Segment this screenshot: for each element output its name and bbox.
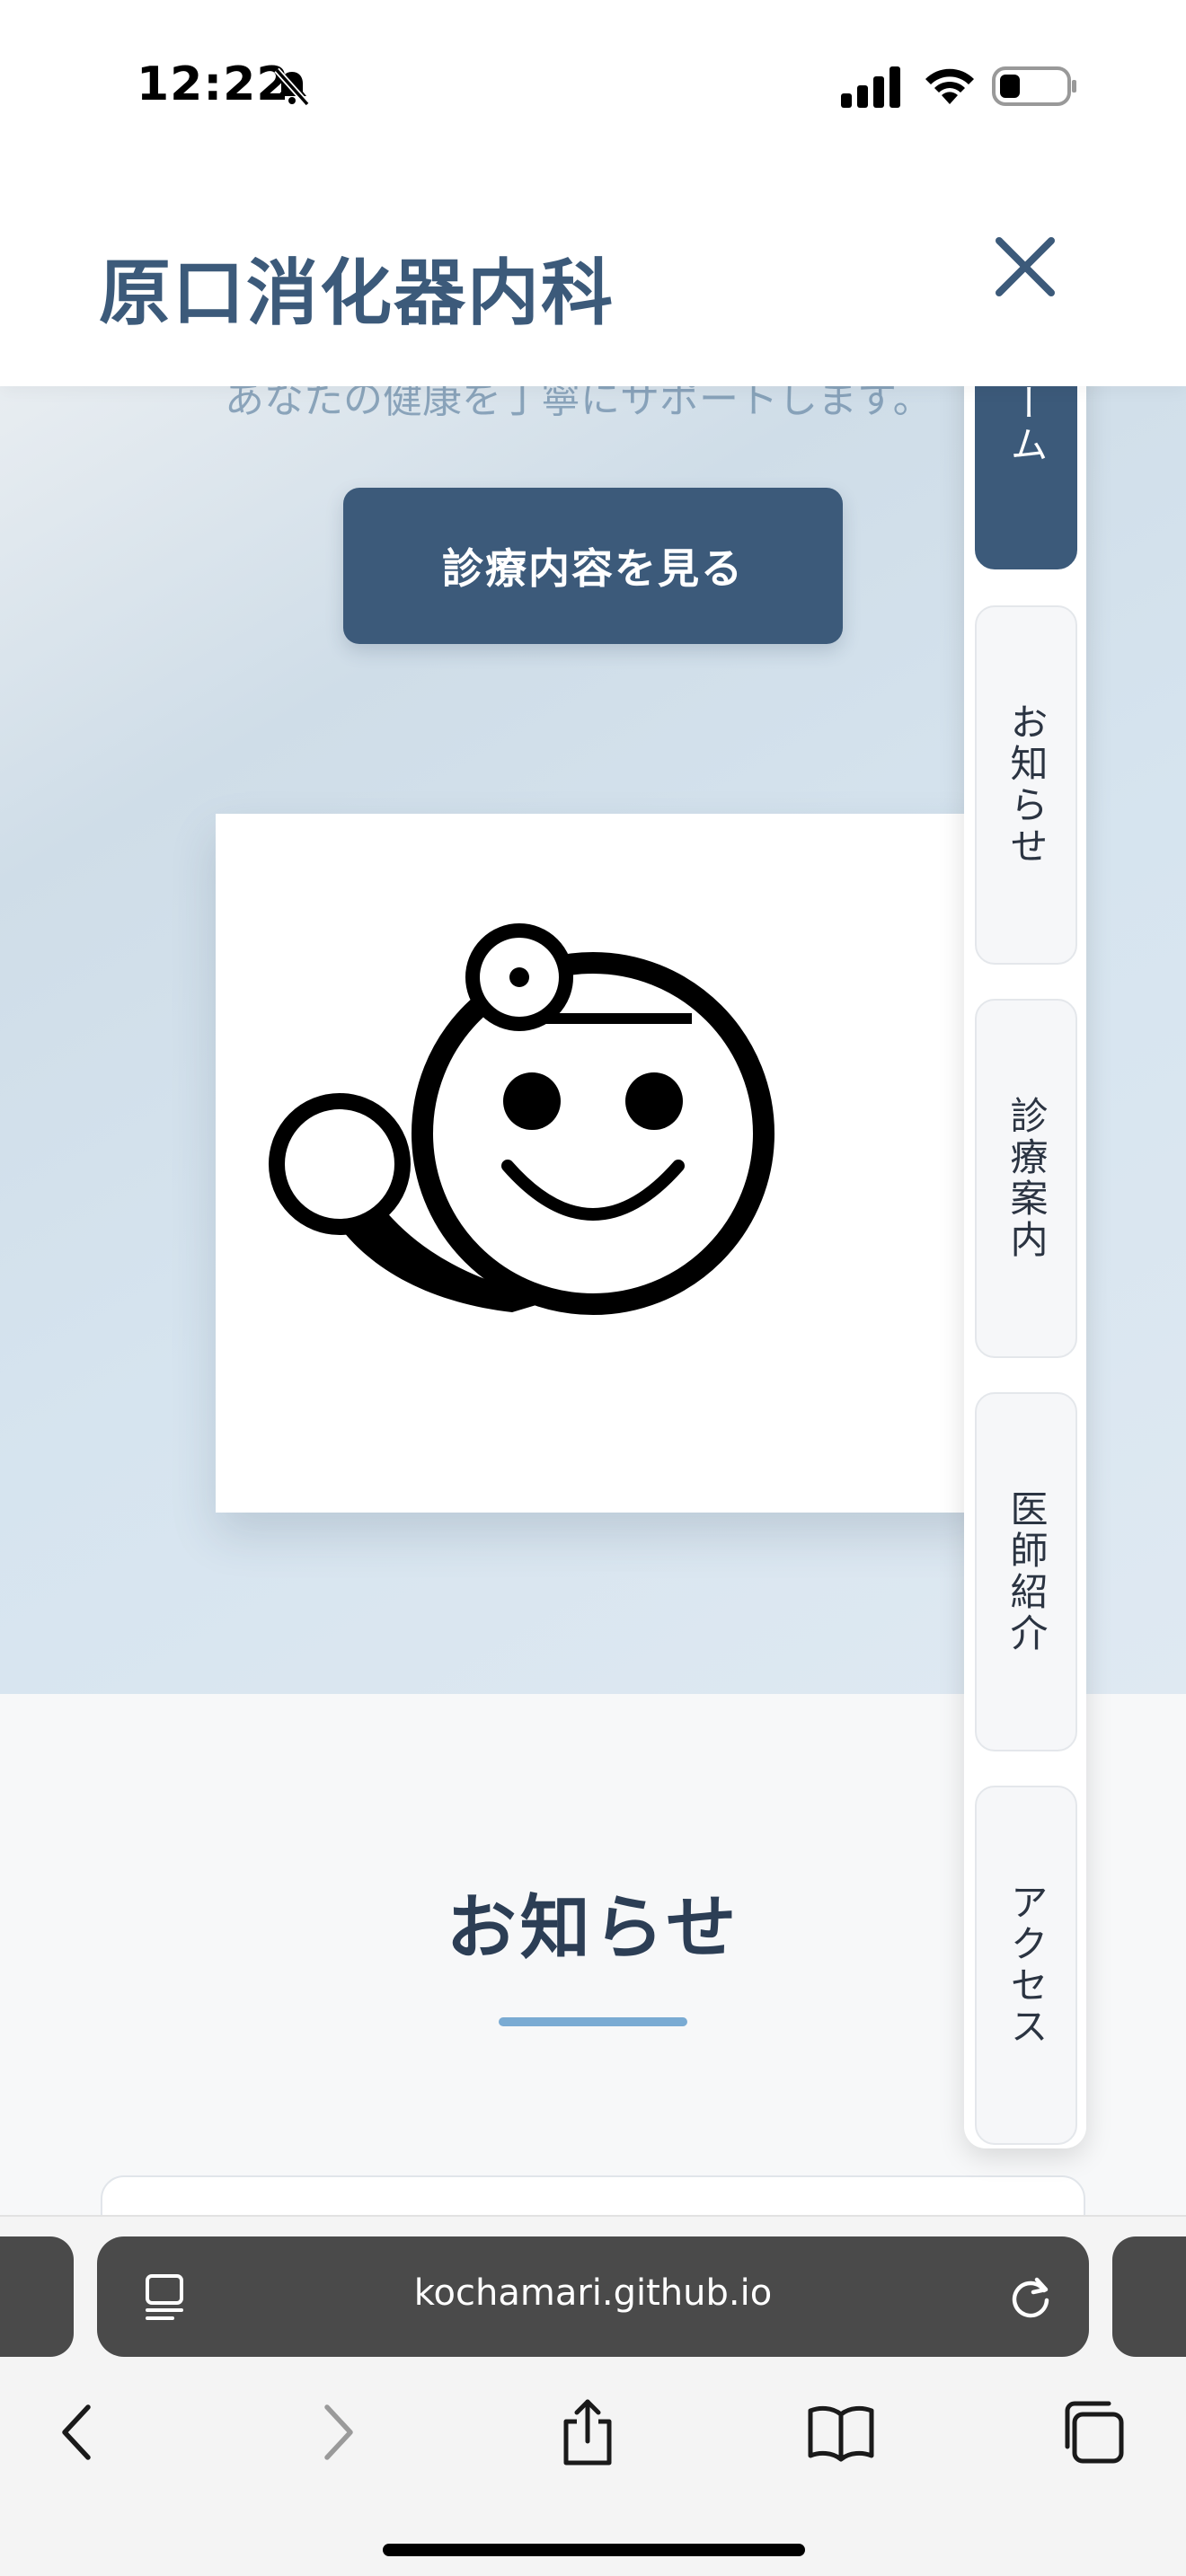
tabs-icon[interactable] [1057,2396,1128,2468]
nav-drawer: ホーム お知らせ 診療案内 医師紹介 アクセス [964,338,1086,2148]
doctor-mascot-icon [269,923,774,1315]
url-text[interactable]: kochamari.github.io [97,2272,1089,2314]
reload-icon[interactable] [1005,2271,1057,2323]
address-bar[interactable]: kochamari.github.io [97,2236,1089,2357]
wifi-icon [925,68,974,104]
browser-toolbar: kochamari.github.io [0,2215,1186,2576]
close-menu-icon[interactable] [988,230,1062,304]
nav-item-services[interactable]: 診療案内 [975,999,1077,1358]
status-bar: 12:22 [0,0,1186,171]
nav-item-access[interactable]: アクセス [975,1786,1077,2145]
hero-tagline: あなたの健康を丁寧にサポートします。 [225,386,933,422]
site-title[interactable]: 原口消化器内科 [99,235,615,340]
battery-icon [992,66,1076,106]
back-icon[interactable] [41,2396,113,2468]
heading-underline [499,2017,687,2026]
forward-icon[interactable] [302,2396,374,2468]
clinic-mascot-image [216,814,988,1513]
nav-item-label: 診療案内 [1005,1096,1049,1261]
bookmarks-icon[interactable] [805,2396,877,2468]
view-services-button[interactable]: 診療内容を見る [343,488,843,644]
home-indicator [383,2544,805,2556]
nav-item-doctor[interactable]: 医師紹介 [975,1392,1077,1751]
next-tab-peek[interactable] [1112,2236,1186,2357]
nav-item-news[interactable]: お知らせ [975,605,1077,965]
previous-tab-peek[interactable] [0,2236,74,2357]
share-icon[interactable] [552,2396,624,2468]
nav-item-label: お知らせ [1005,702,1049,868]
nav-item-label: アクセス [1005,1883,1049,2048]
status-time: 12:22 [137,57,290,111]
site-header: 原口消化器内科 [0,171,1186,386]
nav-item-label: 医師紹介 [1005,1489,1049,1654]
bell-slash-icon [274,67,310,107]
cellular-signal-icon [841,66,900,108]
